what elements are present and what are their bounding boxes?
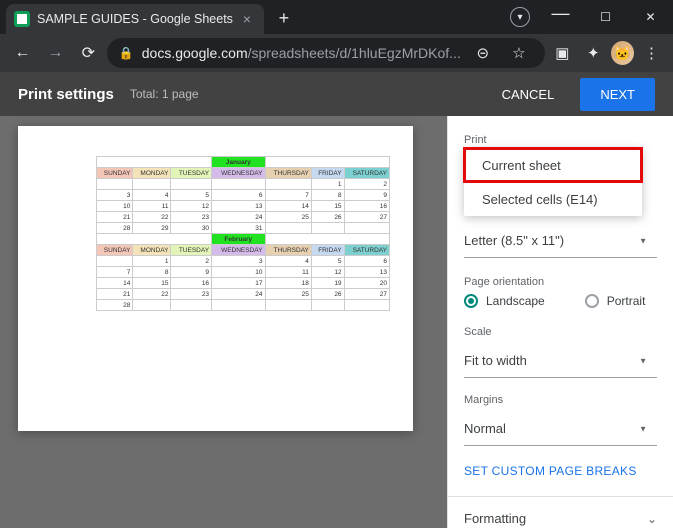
main-area: January SUNDAYMONDAYTUESDAYWEDNESDAYTHUR…	[0, 116, 673, 528]
profile-avatar[interactable]: 🐱	[611, 41, 634, 65]
scale-value: Fit to width	[464, 353, 527, 368]
bookmark-icon[interactable]: ☆	[505, 39, 533, 67]
preview-sheet-table: January SUNDAYMONDAYTUESDAYWEDNESDAYTHUR…	[96, 156, 390, 311]
set-custom-page-breaks-link[interactable]: SET CUSTOM PAGE BREAKS	[464, 464, 657, 478]
close-tab-icon[interactable]: ×	[240, 12, 254, 26]
page-title: Print settings	[18, 86, 114, 103]
print-target-dropdown: Current sheet Selected cells (E14)	[464, 148, 642, 216]
lock-icon: 🔒	[119, 46, 134, 60]
extensions-icon[interactable]: ✦	[580, 39, 607, 67]
reload-button[interactable]: ⟳	[74, 38, 103, 68]
tab-title: SAMPLE GUIDES - Google Sheets	[37, 12, 233, 26]
new-tab-button[interactable]: +	[270, 4, 298, 32]
cancel-button[interactable]: CANCEL	[492, 87, 565, 102]
orientation-landscape-radio[interactable]: Landscape	[464, 294, 545, 308]
window-minimize-button[interactable]: —	[538, 0, 583, 28]
window-close-button[interactable]: ✕	[628, 2, 673, 32]
chevron-down-icon: ▼	[639, 236, 647, 245]
preview-page: January SUNDAYMONDAYTUESDAYWEDNESDAYTHUR…	[18, 126, 413, 431]
orientation-portrait-radio[interactable]: Portrait	[585, 294, 646, 308]
margins-label: Margins	[464, 394, 657, 406]
tab-search-icon[interactable]: ▾	[510, 7, 530, 27]
browser-titlebar: SAMPLE GUIDES - Google Sheets × + ▾ — ☐ …	[0, 0, 673, 34]
forward-button[interactable]: →	[41, 38, 70, 68]
window-maximize-button[interactable]: ☐	[583, 2, 628, 32]
print-sidebar: Print Current sheet Selected cells (E14)…	[447, 116, 673, 528]
address-bar: ← → ⟳ 🔒 docs.google.com/spreadsheets/d/1…	[0, 34, 673, 72]
page-count: Total: 1 page	[130, 87, 199, 101]
reading-list-icon[interactable]: ▣	[549, 39, 576, 67]
menu-icon[interactable]: ⋮	[638, 39, 665, 67]
radio-checked-icon	[464, 294, 478, 308]
paper-size-select[interactable]: Letter (8.5" x 11") ▼	[464, 224, 657, 258]
print-option-current-sheet[interactable]: Current sheet	[464, 148, 642, 182]
formatting-accordion[interactable]: Formatting ⌄	[448, 496, 673, 528]
zoom-icon[interactable]: ⊝	[469, 39, 497, 67]
scale-label: Scale	[464, 326, 657, 338]
window-controls: ▾ — ☐ ✕	[510, 0, 673, 34]
portrait-label: Portrait	[607, 294, 646, 308]
print-settings-header: Print settings Total: 1 page CANCEL NEXT	[0, 72, 673, 116]
sheets-favicon-icon	[14, 11, 30, 27]
margins-select[interactable]: Normal ▼	[464, 412, 657, 446]
paper-size-value: Letter (8.5" x 11")	[464, 233, 564, 248]
next-button[interactable]: NEXT	[580, 78, 655, 111]
url-input[interactable]: 🔒 docs.google.com/spreadsheets/d/1hluEgz…	[107, 38, 545, 68]
print-section-label: Print	[464, 134, 657, 146]
chevron-down-icon: ⌄	[647, 512, 657, 526]
chevron-down-icon: ▼	[639, 424, 647, 433]
radio-unchecked-icon	[585, 294, 599, 308]
orientation-label: Page orientation	[464, 276, 657, 288]
formatting-label: Formatting	[464, 511, 526, 526]
scale-select[interactable]: Fit to width ▼	[464, 344, 657, 378]
url-text: docs.google.com/spreadsheets/d/1hluEgzMr…	[142, 45, 461, 61]
browser-tab[interactable]: SAMPLE GUIDES - Google Sheets ×	[6, 4, 264, 34]
back-button[interactable]: ←	[8, 38, 37, 68]
chevron-down-icon: ▼	[639, 356, 647, 365]
print-option-selected-cells[interactable]: Selected cells (E14)	[464, 182, 642, 216]
print-preview: January SUNDAYMONDAYTUESDAYWEDNESDAYTHUR…	[0, 116, 447, 528]
landscape-label: Landscape	[486, 294, 545, 308]
margins-value: Normal	[464, 421, 506, 436]
